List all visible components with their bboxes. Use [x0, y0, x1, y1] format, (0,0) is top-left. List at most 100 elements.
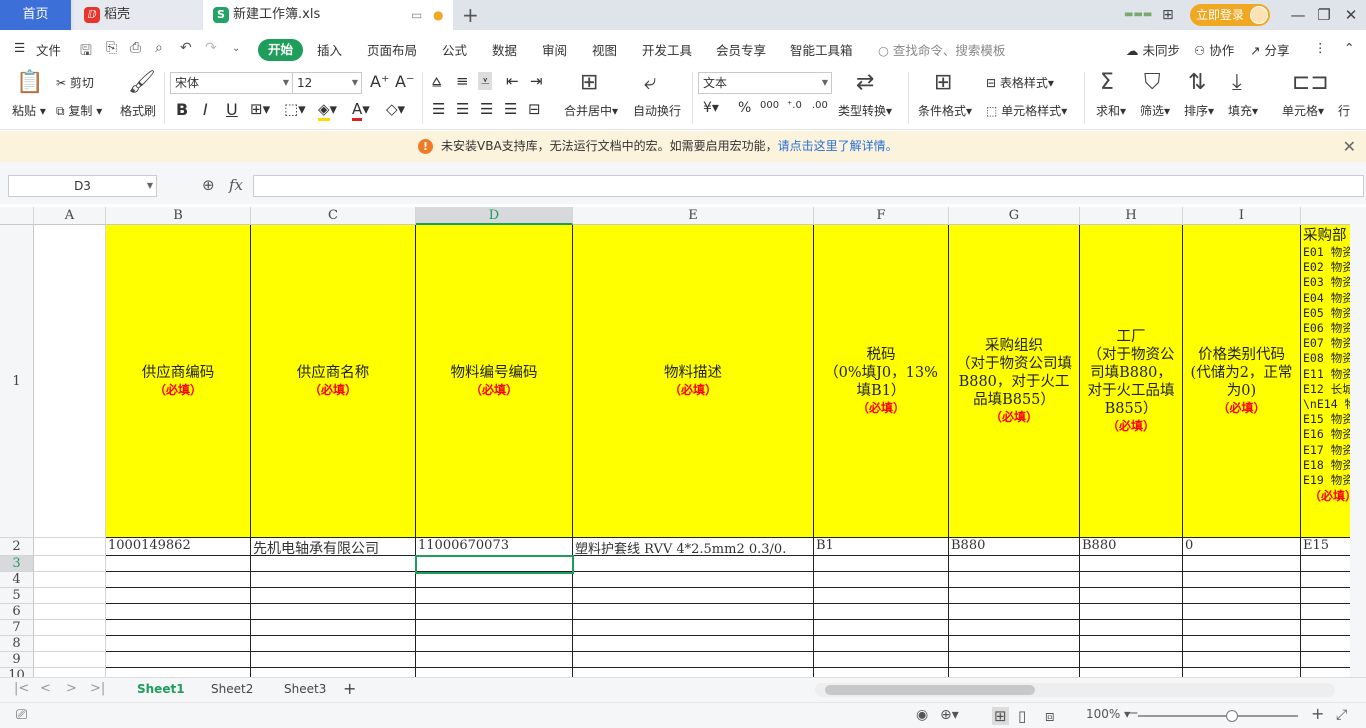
decrease-indent-icon[interactable]: ⇤	[506, 72, 519, 90]
fill-icon[interactable]: ⤓	[1232, 70, 1242, 95]
cell-b5[interactable]	[106, 588, 251, 604]
cut-button[interactable]: ✂ 剪切	[56, 74, 94, 91]
column-header-h[interactable]: H	[1080, 207, 1183, 225]
menu-formula[interactable]: 公式	[442, 40, 467, 59]
fill-pattern-icon[interactable]: ⬚▾	[284, 100, 306, 118]
number-format-select[interactable]: 文本 ▼	[698, 72, 832, 94]
underline-icon[interactable]: U	[226, 100, 238, 119]
row-header-7[interactable]: 7	[0, 620, 34, 636]
view-mode-dropdown-icon[interactable]: ⊕▾	[940, 707, 959, 723]
paste-icon[interactable]: 📋	[16, 70, 43, 95]
header-cell-plant[interactable]: 工厂 （对于物资公司填B880，对于火工品填B855） （必填）	[1080, 225, 1183, 538]
cell-b3[interactable]	[106, 556, 251, 572]
cell-f4[interactable]	[814, 572, 949, 588]
cell-d7[interactable]	[416, 620, 573, 636]
header-cell-tax-code[interactable]: 税码 （0%填J0，13%填B1） （必填）	[814, 225, 949, 538]
cell-g2[interactable]: B880	[949, 538, 1080, 556]
cell-e2[interactable]: 塑料护套线 RVV 4*2.5mm2 0.3/0.	[573, 538, 814, 556]
menu-developer[interactable]: 开发工具	[642, 40, 692, 59]
cell-j8[interactable]	[1301, 636, 1350, 652]
column-header-e[interactable]: E	[573, 207, 814, 225]
cell-g8[interactable]	[949, 636, 1080, 652]
undo-icon[interactable]: ↶	[180, 40, 192, 56]
cell-f8[interactable]	[814, 636, 949, 652]
new-tab-plus-icon[interactable]: +	[462, 0, 479, 30]
filter-icon[interactable]: ⛉	[1144, 70, 1161, 95]
increase-indent-icon[interactable]: ⇥	[530, 72, 543, 90]
sort-button[interactable]: 排序▾	[1184, 102, 1214, 119]
row-header-8[interactable]: 8	[0, 636, 34, 652]
collaborate-button[interactable]: ⚇ 协作	[1194, 40, 1234, 59]
cell-b4[interactable]	[106, 572, 251, 588]
merge-cells-icon[interactable]: ⊞	[580, 70, 598, 95]
command-search[interactable]: ○ 查找命令、搜索模板	[878, 40, 1005, 59]
quick-access-more-icon[interactable]: ⌄	[232, 43, 240, 54]
cell-i2[interactable]: 0	[1183, 538, 1301, 556]
name-box[interactable]: D3 ▼	[8, 175, 157, 197]
notice-link[interactable]: 请点击这里了解详情。	[778, 139, 898, 153]
bold-icon[interactable]: B	[176, 100, 188, 119]
sheet-tab-sheet1[interactable]: Sheet1	[137, 682, 185, 696]
cell-button[interactable]: 单元格▾	[1282, 102, 1324, 119]
tab-document[interactable]: S 新建工作簿.xls ▭ ●	[203, 0, 453, 30]
print-preview-icon[interactable]: ⌕	[155, 40, 163, 56]
export-pdf-icon[interactable]: ⎘	[106, 40, 117, 56]
cell-b2[interactable]: 1000149862	[106, 538, 251, 556]
column-header-d[interactable]: D	[416, 207, 573, 225]
menu-data[interactable]: 数据	[492, 40, 517, 59]
menu-view[interactable]: 视图	[592, 40, 617, 59]
fx-icon[interactable]: fx	[229, 176, 243, 194]
row-header-5[interactable]: 5	[0, 588, 34, 604]
cell-b9[interactable]	[106, 652, 251, 668]
normal-view-icon[interactable]: ⊞	[992, 707, 1009, 725]
cell-style-button[interactable]: ⬚ 单元格样式▾	[986, 102, 1067, 119]
row-header-10[interactable]: 10	[0, 668, 34, 677]
column-header-g[interactable]: G	[949, 207, 1080, 225]
decrease-decimal-icon[interactable]: .00	[812, 100, 828, 111]
cell-icon[interactable]: ⊏⊐	[1292, 70, 1329, 95]
monitor-icon[interactable]: ▭	[411, 0, 422, 30]
cell-c7[interactable]	[251, 620, 416, 636]
cell-f2[interactable]: B1	[814, 538, 949, 556]
align-bottom-icon[interactable]: ⩡	[478, 72, 493, 90]
cell-h10[interactable]	[1080, 668, 1183, 677]
cell-g4[interactable]	[949, 572, 1080, 588]
cell-e8[interactable]	[573, 636, 814, 652]
cell-f7[interactable]	[814, 620, 949, 636]
cell-d3[interactable]	[416, 556, 573, 572]
cell-j2[interactable]: E15	[1301, 538, 1350, 556]
cell-j9[interactable]	[1301, 652, 1350, 668]
cell-b8[interactable]	[106, 636, 251, 652]
cell-b7[interactable]	[106, 620, 251, 636]
redo-icon[interactable]: ↷	[205, 40, 217, 56]
cell-d10[interactable]	[416, 668, 573, 677]
row-header-6[interactable]: 6	[0, 604, 34, 620]
cell-j5[interactable]	[1301, 588, 1350, 604]
zoom-slider-knob[interactable]	[1226, 710, 1238, 722]
cell-g6[interactable]	[949, 604, 1080, 620]
sync-status[interactable]: ☁ 未同步	[1126, 40, 1180, 59]
row-header-3[interactable]: 3	[0, 556, 34, 572]
cell-e6[interactable]	[573, 604, 814, 620]
cell-i7[interactable]	[1183, 620, 1301, 636]
decrease-font-icon[interactable]: A⁻	[395, 72, 414, 91]
align-right-icon[interactable]: ☰	[480, 100, 493, 118]
font-name-select[interactable]: 宋体 ▼	[170, 72, 293, 94]
conditional-format-button[interactable]: 条件格式▾	[918, 102, 972, 119]
cell-a4[interactable]	[34, 572, 106, 588]
percent-button[interactable]: %	[738, 100, 751, 116]
header-cell-supplier-name[interactable]: 供应商名称 （必填）	[251, 225, 416, 538]
menu-member[interactable]: 会员专享	[716, 40, 766, 59]
cell-i6[interactable]	[1183, 604, 1301, 620]
collapse-ribbon-icon[interactable]: ⌃	[1344, 40, 1354, 55]
cell-a6[interactable]	[34, 604, 106, 620]
cell-j3[interactable]	[1301, 556, 1350, 572]
row-col-button[interactable]: 行	[1338, 102, 1350, 119]
cell-c5[interactable]	[251, 588, 416, 604]
header-cell-material-desc[interactable]: 物料描述 （必填）	[573, 225, 814, 538]
scroll-thumb[interactable]	[825, 685, 1035, 695]
cell-a3[interactable]	[34, 556, 106, 572]
cell-c9[interactable]	[251, 652, 416, 668]
cell-j7[interactable]	[1301, 620, 1350, 636]
cell-f3[interactable]	[814, 556, 949, 572]
